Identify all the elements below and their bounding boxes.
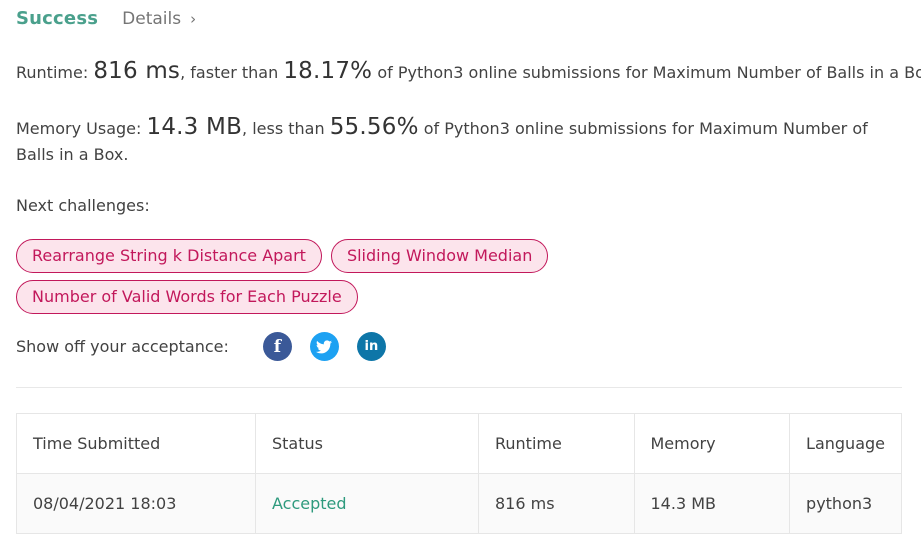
column-header-language: Language <box>789 413 902 474</box>
column-header-memory: Memory <box>633 413 791 474</box>
runtime-faster-text: , faster than <box>180 63 279 82</box>
cell-time: 08/04/2021 18:03 <box>16 473 256 534</box>
memory-value: 14.3 MB <box>146 114 243 140</box>
runtime-value: 816 ms <box>93 58 181 84</box>
memory-percent: 55.56% <box>329 114 419 140</box>
details-link[interactable]: Details › <box>122 9 196 29</box>
column-header-runtime: Runtime <box>477 413 635 474</box>
runtime-stat: Runtime: 816 ms, faster than 18.17% of P… <box>16 58 921 86</box>
cell-memory: 14.3 MB <box>633 473 791 534</box>
memory-suffix: of Python3 online submissions for Maximu… <box>16 119 868 164</box>
memory-label: Memory Usage: <box>16 119 142 138</box>
twitter-icon[interactable] <box>309 332 339 361</box>
table-row: 08/04/2021 18:03 Accepted 816 ms 14.3 MB… <box>16 473 902 534</box>
next-challenges-list: Rearrange String k Distance Apart Sliding… <box>16 239 576 321</box>
challenge-chip[interactable]: Rearrange String k Distance Apart <box>16 239 322 273</box>
divider <box>16 387 902 388</box>
challenge-chip[interactable]: Sliding Window Median <box>330 239 549 273</box>
submissions-table: Time Submitted Status Runtime Memory Lan… <box>16 413 902 534</box>
cell-status[interactable]: Accepted <box>255 473 479 534</box>
details-label: Details <box>122 9 182 29</box>
table-header-row: Time Submitted Status Runtime Memory Lan… <box>16 413 902 474</box>
share-label: Show off your acceptance: <box>16 337 229 356</box>
memory-stat: Memory Usage: 14.3 MB, less than 55.56% … <box>16 114 906 168</box>
result-header: Success Details › <box>16 8 196 29</box>
facebook-icon[interactable]: f <box>262 332 292 361</box>
runtime-label: Runtime: <box>16 63 89 82</box>
social-buttons: f in <box>262 332 404 361</box>
status-title: Success <box>16 8 99 29</box>
linkedin-icon[interactable]: in <box>356 332 386 361</box>
cell-runtime: 816 ms <box>477 473 635 534</box>
runtime-suffix: of Python3 online submissions for Maximu… <box>377 63 921 82</box>
chevron-right-icon: › <box>190 10 197 28</box>
column-header-time: Time Submitted <box>16 413 256 474</box>
challenge-chip[interactable]: Number of Valid Words for Each Puzzle <box>16 280 358 314</box>
runtime-percent: 18.17% <box>283 58 373 84</box>
next-challenges-label: Next challenges: <box>16 196 150 215</box>
cell-language: python3 <box>789 473 902 534</box>
share-section: Show off your acceptance: f in <box>16 332 404 361</box>
column-header-status: Status <box>255 413 479 474</box>
memory-less-text: , less than <box>242 119 325 138</box>
